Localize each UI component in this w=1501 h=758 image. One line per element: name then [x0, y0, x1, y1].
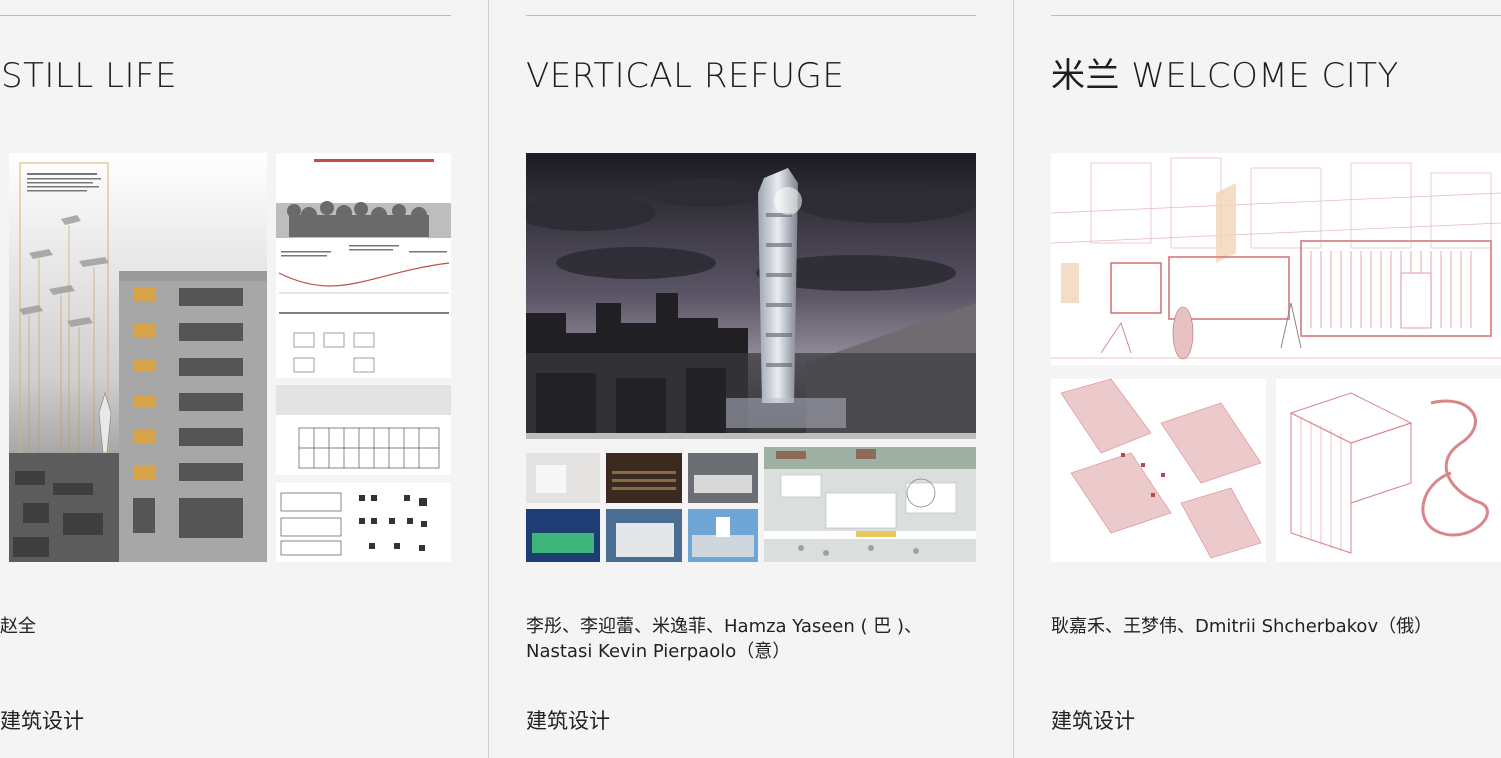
project-title[interactable]: 米兰 WELCOME CITY	[1051, 56, 1399, 96]
project-category[interactable]: 建筑设计	[1051, 707, 1135, 735]
project-card-still-life[interactable]: STILL LIFE 赵全 建筑设计	[0, 0, 452, 758]
authors-line: Nastasi Kevin Pierpaolo（意）	[526, 641, 791, 662]
project-image[interactable]	[9, 153, 451, 562]
project-image[interactable]	[1051, 153, 1501, 562]
authors-line: 李彤、李迎蕾、米逸菲、Hamza Yaseen ( 巴 )、	[526, 616, 922, 637]
column-divider	[488, 0, 489, 758]
authors-line: 耿嘉禾、王梦伟、Dmitrii Shcherbakov（俄）	[1051, 616, 1433, 637]
project-authors: 李彤、李迎蕾、米逸菲、Hamza Yaseen ( 巴 )、 Nastasi K…	[526, 614, 976, 664]
project-card-vertical-refuge[interactable]: VERTICAL REFUGE 李彤、李迎蕾、米逸菲、Hamza Yaseen …	[526, 0, 977, 758]
project-card-welcome-city[interactable]: 米兰 WELCOME CITY 耿嘉禾、王梦伟、Dmitrii Shcherba…	[1051, 0, 1501, 758]
card-top-rule	[0, 15, 451, 16]
project-grid: STILL LIFE 赵全 建筑设计 VERTICAL REFUGE 李彤、李迎…	[0, 0, 1501, 758]
project-authors: 赵全	[0, 614, 451, 639]
project-image[interactable]	[526, 153, 976, 562]
project-title[interactable]: STILL LIFE	[1, 56, 177, 96]
card-top-rule	[526, 15, 976, 16]
project-category[interactable]: 建筑设计	[526, 707, 610, 735]
authors-line: 赵全	[0, 616, 36, 637]
card-top-rule	[1051, 15, 1501, 16]
project-title[interactable]: VERTICAL REFUGE	[526, 56, 844, 96]
project-category[interactable]: 建筑设计	[0, 707, 84, 735]
project-authors: 耿嘉禾、王梦伟、Dmitrii Shcherbakov（俄）	[1051, 614, 1501, 639]
column-divider	[1013, 0, 1014, 758]
